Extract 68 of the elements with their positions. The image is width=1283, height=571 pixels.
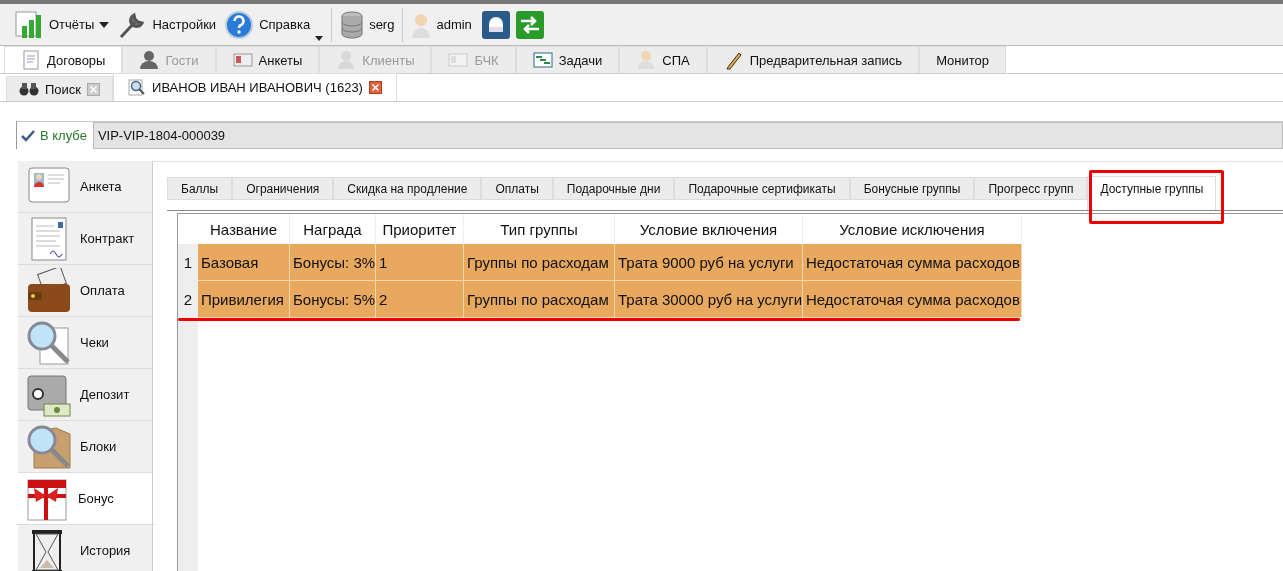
table-cell: Группы по расходам: [464, 244, 615, 281]
id-card-icon: [232, 50, 253, 70]
lock-button[interactable]: [481, 10, 510, 39]
module-tab[interactable]: Предварительная запись: [706, 46, 920, 73]
module-tab[interactable]: Анкеты: [215, 46, 320, 73]
table-cell: Бонусы: 3%: [290, 244, 376, 281]
toolbar-button[interactable]: Настройки: [113, 6, 221, 43]
section-tab[interactable]: Доступные группы: [1087, 176, 1217, 210]
table-cell: Трата 30000 руб на услуги: [615, 281, 803, 318]
checkmark-icon: [21, 129, 35, 142]
row-number: 1: [182, 253, 194, 273]
pencil-icon: [723, 50, 744, 70]
club-status-label: В клубе: [40, 128, 87, 143]
arrows-icon: [518, 14, 541, 35]
table-cell: Недостаточая сумма расходов: [803, 281, 1022, 318]
section-tab[interactable]: Баллы: [167, 177, 233, 200]
close-icon[interactable]: [368, 81, 382, 94]
document-tab[interactable]: Поиск: [6, 76, 114, 101]
table-cell: Бонусы: 5%: [290, 281, 376, 318]
sidebar-item[interactable]: Депозит: [18, 369, 152, 421]
section-tab[interactable]: Скидка на продление: [333, 177, 482, 200]
module-tab[interactable]: Монитор: [919, 46, 1007, 73]
box-search-icon: [26, 423, 72, 470]
user-icon: [411, 11, 432, 38]
table-cell: Трата 9000 руб на услуги: [615, 244, 803, 281]
help-icon: [224, 9, 255, 40]
toolbar-button[interactable]: Справка: [220, 6, 328, 43]
id-card-icon: [448, 50, 469, 70]
chart-icon: [14, 9, 44, 40]
section-tab[interactable]: Бонусные группы: [849, 177, 975, 200]
row-number: 2: [182, 290, 194, 310]
switch-button[interactable]: [515, 10, 544, 39]
module-tab[interactable]: Задачи: [515, 46, 620, 73]
section-tab[interactable]: Прогресс групп: [974, 177, 1088, 200]
sidebar-item[interactable]: Анкета: [18, 161, 152, 213]
module-tab[interactable]: СПА: [619, 46, 707, 73]
table-cell: Группы по расходам: [464, 281, 615, 318]
table-cell: Недостаточая сумма расходов: [803, 244, 1022, 281]
binoculars-icon: [19, 82, 39, 96]
document-tab[interactable]: ИВАНОВ ИВАН ИВАНОВИЧ (1623): [113, 73, 397, 101]
sidebar-item[interactable]: Контракт: [18, 213, 152, 265]
toolbar-button[interactable]: Отчёты: [10, 6, 114, 43]
sidebar-item[interactable]: Чеки: [18, 317, 152, 369]
database-button[interactable]: serg: [336, 6, 399, 43]
sidebar-item[interactable]: История: [18, 525, 152, 571]
section-tab[interactable]: Ограничения: [232, 177, 334, 200]
person-icon: [636, 50, 657, 70]
table-cell: 1: [376, 244, 464, 281]
section-tab[interactable]: Подарочные дни: [552, 177, 675, 200]
search-icon: [128, 78, 147, 97]
table-cell: Привилегия: [198, 281, 290, 318]
wallet-icon: [26, 267, 72, 314]
person-icon: [139, 50, 160, 70]
sidebar-item[interactable]: Блоки: [18, 421, 152, 473]
schedule-icon: [532, 50, 553, 70]
module-tab[interactable]: Договоры: [4, 46, 123, 73]
section-tab[interactable]: Подарочные сертификаты: [674, 177, 850, 200]
section-tab[interactable]: Оплаты: [481, 177, 553, 200]
user-button[interactable]: admin: [407, 6, 476, 43]
database-icon: [340, 10, 365, 39]
membership-field[interactable]: VIP-VIP-1804-000039: [92, 122, 1283, 149]
document-icon: [21, 50, 41, 70]
caret-icon: [315, 35, 324, 41]
receipt-search-icon: [26, 319, 72, 366]
caret-icon: [99, 21, 110, 28]
table-cell: 2: [376, 281, 464, 318]
table-cell: Базовая: [198, 244, 290, 281]
sidebar-item[interactable]: Оплата: [18, 265, 152, 317]
